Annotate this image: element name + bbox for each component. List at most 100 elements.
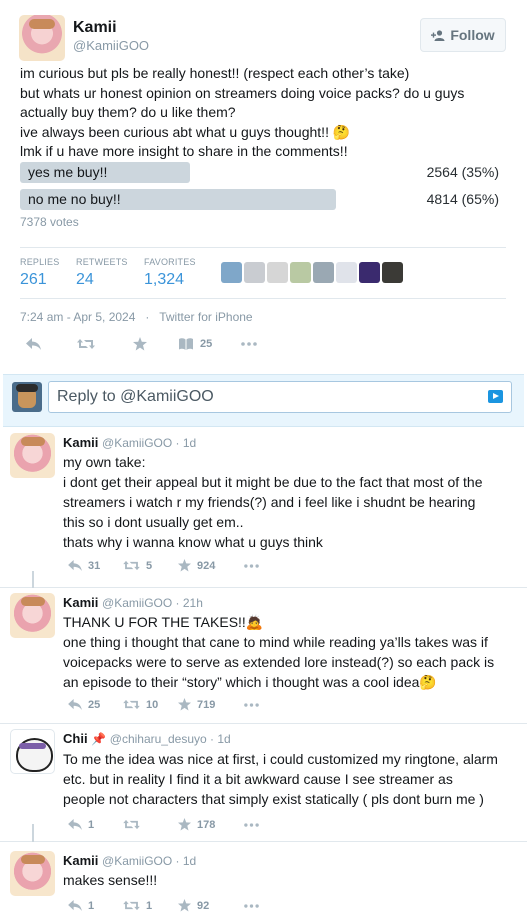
more-icon [241, 342, 257, 346]
like-count: 924 [197, 559, 216, 572]
reply-button[interactable]: 25 [68, 699, 123, 711]
retweet-count: 1 [146, 899, 153, 912]
more-button[interactable] [244, 903, 299, 908]
stat-favorites[interactable]: FAVORITES 1,324 [144, 257, 196, 289]
thread-line [32, 571, 34, 588]
more-button[interactable] [244, 702, 299, 707]
reply-header: Kamii @KamiiGOO · 21h [63, 595, 203, 610]
star-icon [178, 698, 191, 711]
add-user-icon [431, 29, 445, 41]
reply-text-line: an episode to their “story” which i thou… [63, 674, 437, 690]
reply-text: To me the idea was nice at first, i coul… [63, 749, 513, 809]
stat-retweets[interactable]: RETWEETS 24 [76, 257, 128, 289]
poll-option-no[interactable]: no me no buy!! 4814 (65%) [20, 189, 507, 210]
meta-separator: · [138, 310, 157, 324]
divider [20, 247, 506, 248]
reply-avatar[interactable] [10, 593, 55, 638]
tweet-timestamp[interactable]: 7:24 am - Apr 5, 2024 [20, 310, 135, 324]
author-screen-name[interactable]: @KamiiGOO [73, 38, 149, 53]
retweet-icon [123, 699, 140, 710]
reply-text-line: makes sense!!! [63, 872, 158, 888]
reply-author-name[interactable]: Chii [63, 731, 88, 746]
reply-author-name[interactable]: Kamii [63, 435, 98, 450]
reply-meta: @KamiiGOO · 1d [102, 436, 197, 450]
star-icon [178, 818, 191, 831]
reply-actions: 25 10 719 [68, 698, 299, 711]
liker-avatar[interactable] [244, 262, 265, 283]
liker-avatars [221, 262, 403, 283]
more-button[interactable] [241, 342, 257, 346]
stat-favorites-label: FAVORITES [144, 257, 196, 267]
reply-tweet[interactable]: Kamii @KamiiGOO · 21h THANK U FOR THE TA… [0, 588, 527, 724]
like-button[interactable]: 719 [178, 698, 244, 711]
liker-avatar[interactable] [359, 262, 380, 283]
reply-tweet[interactable]: Chii 📌 @chiharu_desuyo · 1d To me the id… [0, 724, 527, 842]
follow-button[interactable]: Follow [420, 18, 506, 52]
tweet-meta: 7:24 am - Apr 5, 2024 · Twitter for iPho… [20, 310, 253, 324]
reply-icon [68, 900, 82, 911]
author-display-name[interactable]: Kamii [73, 19, 117, 37]
reply-text: THANK U FOR THE TAKES!!🙇 one thing i tho… [63, 612, 513, 692]
favorite-button[interactable] [133, 337, 179, 351]
photo-icon[interactable] [488, 390, 503, 403]
reply-meta: @chiharu_desuyo · 1d [109, 732, 231, 746]
retweet-button[interactable]: 10 [123, 699, 178, 711]
reply-input[interactable] [48, 381, 512, 413]
stat-replies-value: 261 [20, 271, 47, 288]
poll-label-no: no me no buy!! [28, 191, 121, 207]
more-icon [244, 563, 259, 568]
reply-header: Kamii @KamiiGOO · 1d [63, 435, 196, 450]
liker-avatar[interactable] [313, 262, 334, 283]
reply-author-name[interactable]: Kamii [63, 595, 98, 610]
reply-button[interactable]: 1 [68, 900, 123, 912]
reply-button[interactable]: 31 [68, 560, 123, 572]
reply-text-line: i dont get their appeal but it might be … [63, 474, 483, 490]
like-button[interactable]: 92 [178, 899, 244, 912]
tweet-source: Twitter for iPhone [159, 310, 253, 324]
like-button[interactable]: 924 [178, 559, 244, 572]
more-icon [244, 702, 259, 707]
retweet-icon [123, 560, 140, 571]
poll-option-yes[interactable]: yes me buy!! 2564 (35%) [20, 162, 507, 183]
reply-avatar[interactable] [10, 851, 55, 896]
liker-avatar[interactable] [336, 262, 357, 283]
reply-composer [3, 374, 524, 427]
like-button[interactable]: 178 [178, 818, 244, 831]
retweet-button[interactable] [123, 819, 178, 830]
divider [20, 298, 506, 299]
reply-tweet[interactable]: Kamii @KamiiGOO · 1d my own take: i dont… [0, 428, 527, 588]
retweet-button[interactable]: 1 [123, 900, 178, 912]
reply-button[interactable]: 1 [68, 819, 123, 831]
poll-vote-total: 7378 votes [20, 215, 79, 229]
more-button[interactable] [244, 563, 299, 568]
reply-avatar[interactable] [10, 729, 55, 774]
retweet-icon [123, 819, 140, 830]
reply-avatar[interactable] [10, 433, 55, 478]
reply-text: makes sense!!! [63, 870, 513, 890]
reply-button[interactable] [26, 338, 77, 350]
reply-actions: 1 1 92 [68, 899, 299, 912]
reply-icon [68, 819, 82, 830]
reply-icon [68, 699, 82, 710]
reply-author-name[interactable]: Kamii [63, 853, 98, 868]
reply-text-line: this so i dont usually get em.. [63, 514, 244, 530]
retweet-button[interactable] [77, 338, 133, 350]
author-avatar[interactable] [19, 15, 65, 61]
more-icon [244, 903, 259, 908]
poll-count-no: 4814 (65%) [426, 191, 499, 207]
reply-tweet[interactable]: Kamii @KamiiGOO · 1d makes sense!!! 1 1 … [0, 846, 527, 915]
retweet-button[interactable]: 5 [123, 560, 178, 572]
reply-text-line: thats why i wanna know what u guys think [63, 534, 323, 550]
stat-retweets-label: RETWEETS [76, 257, 128, 267]
reply-count: 1 [88, 899, 95, 912]
stat-replies[interactable]: REPLIES 261 [20, 257, 59, 289]
liker-avatar[interactable] [221, 262, 242, 283]
stat-replies-label: REPLIES [20, 257, 60, 267]
stat-favorites-value: 1,324 [144, 271, 185, 288]
liker-avatar[interactable] [382, 262, 403, 283]
more-button[interactable] [244, 822, 299, 827]
liker-avatar[interactable] [290, 262, 311, 283]
reply-meta: @KamiiGOO · 1d [102, 854, 197, 868]
bookmark-button[interactable]: 25 [179, 338, 241, 350]
liker-avatar[interactable] [267, 262, 288, 283]
